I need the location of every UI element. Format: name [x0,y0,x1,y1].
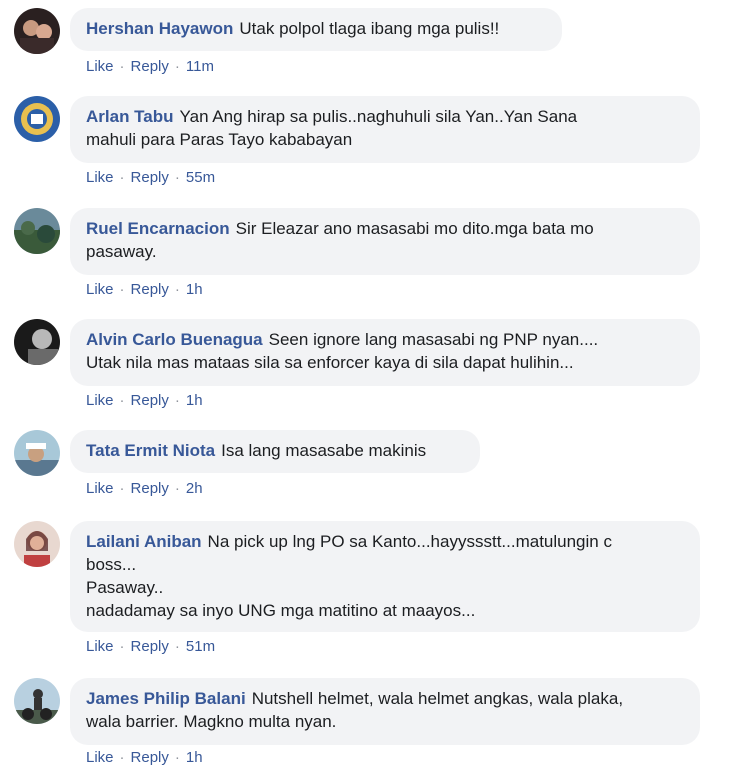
separator-dot: · [119,480,125,497]
like-button[interactable]: Like [86,169,114,186]
reply-button[interactable]: Reply [131,58,169,75]
comment-timestamp[interactable]: 51m [186,638,215,655]
comment-text: Utak polpol tlaga ibang mga pulis!! [239,19,500,38]
comment-text: Isa lang masasabe makinis [221,441,427,460]
separator-dot: · [174,638,180,655]
like-button[interactable]: Like [86,749,114,766]
comment-bubble: Alvin Carlo Buenagua Seen ignore lang mas… [70,319,700,386]
comment-actions: Like · Reply · 1h [86,391,203,411]
comment-timestamp[interactable]: 55m [186,169,215,186]
commenter-name[interactable]: Hershan Hayawon [86,19,233,38]
like-button[interactable]: Like [86,392,114,409]
separator-dot: · [174,169,180,186]
comment-bubble: Arlan Tabu Yan Ang hirap sa pulis..naghuh… [70,96,700,163]
comment-timestamp[interactable]: 1h [186,281,203,298]
comment-bubble: James Philip Balani Nutshell helmet, wala… [70,678,700,745]
like-button[interactable]: Like [86,480,114,497]
comment-bubble: Tata Ermit Niota Isa lang masasabe makini… [70,430,480,473]
comment-timestamp[interactable]: 1h [186,749,203,766]
comment-bubble: Ruel Encarnacion Sir Eleazar ano masasabi… [70,208,700,275]
separator-dot: · [119,58,125,75]
reply-button[interactable]: Reply [131,480,169,497]
avatar[interactable] [14,678,60,724]
comment-timestamp[interactable]: 2h [186,480,203,497]
reply-button[interactable]: Reply [131,281,169,298]
comment-bubble: Lailani Aniban Na pick up lng PO sa Kanto… [70,521,700,632]
commenter-name[interactable]: James Philip Balani [86,689,246,708]
separator-dot: · [119,749,125,766]
comment-actions: Like · Reply · 1h [86,280,203,300]
avatar[interactable] [14,96,60,142]
separator-dot: · [174,281,180,298]
comment-actions: Like · Reply · 2h [86,479,203,499]
commenter-name[interactable]: Lailani Aniban [86,532,202,551]
separator-dot: · [174,749,180,766]
like-button[interactable]: Like [86,638,114,655]
comment-timestamp[interactable]: 1h [186,392,203,409]
reply-button[interactable]: Reply [131,392,169,409]
separator-dot: · [174,392,180,409]
comment-actions: Like · Reply · 1h [86,748,203,768]
comment-timestamp[interactable]: 11m [186,58,214,75]
comment-actions: Like · Reply · 11m [86,57,214,77]
separator-dot: · [119,392,125,409]
commenter-name[interactable]: Arlan Tabu [86,107,174,126]
commenter-name[interactable]: Tata Ermit Niota [86,441,215,460]
commenter-name[interactable]: Ruel Encarnacion [86,219,230,238]
reply-button[interactable]: Reply [131,749,169,766]
avatar[interactable] [14,319,60,365]
separator-dot: · [174,480,180,497]
avatar[interactable] [14,8,60,54]
separator-dot: · [119,281,125,298]
separator-dot: · [119,169,125,186]
avatar[interactable] [14,521,60,567]
reply-button[interactable]: Reply [131,169,169,186]
separator-dot: · [174,58,180,75]
avatar[interactable] [14,208,60,254]
separator-dot: · [119,638,125,655]
reply-button[interactable]: Reply [131,638,169,655]
like-button[interactable]: Like [86,281,114,298]
comment-actions: Like · Reply · 51m [86,637,215,657]
like-button[interactable]: Like [86,58,114,75]
comment-bubble: Hershan Hayawon Utak polpol tlaga ibang m… [70,8,562,51]
avatar[interactable] [14,430,60,476]
commenter-name[interactable]: Alvin Carlo Buenagua [86,330,263,349]
comment-actions: Like · Reply · 55m [86,168,215,188]
